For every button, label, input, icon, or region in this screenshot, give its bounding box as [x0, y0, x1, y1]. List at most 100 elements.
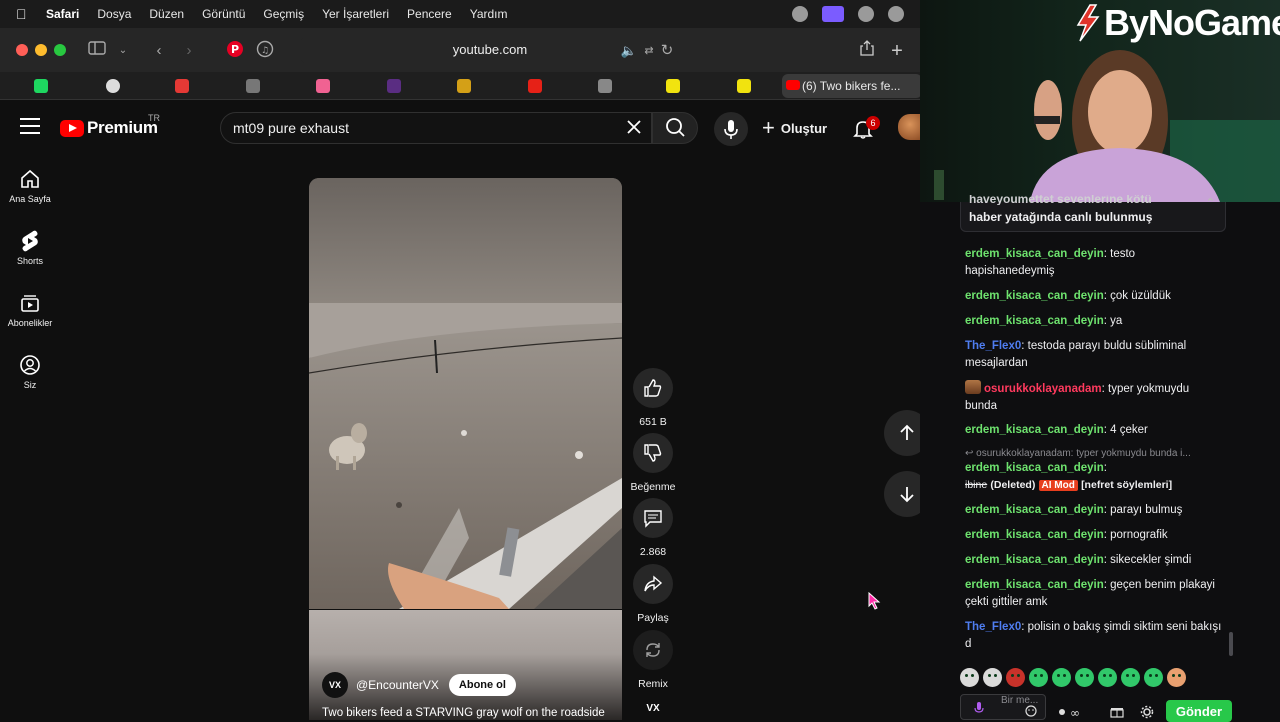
account-avatar[interactable]: [898, 114, 922, 140]
settings-gear-icon[interactable]: [1140, 705, 1154, 719]
share-icon[interactable]: [856, 40, 878, 62]
pinned-message-text: haber yatağında canlı bulunmuş: [969, 210, 1153, 224]
record-icon[interactable]: [888, 6, 904, 22]
screen-share-icon[interactable]: [822, 6, 844, 22]
close-window-button[interactable]: [16, 44, 28, 56]
chat-scrollbar[interactable]: [1229, 632, 1233, 656]
favorite-s2-icon[interactable]: [737, 79, 751, 93]
chat-username[interactable]: erdem_kisaca_can_deyin: [965, 504, 1104, 516]
create-button[interactable]: + Oluştur: [762, 114, 827, 142]
nav-subscriptions[interactable]: Abonelikler: [0, 292, 60, 328]
emote-icon[interactable]: [1098, 668, 1117, 687]
emote-icon[interactable]: [983, 668, 1002, 687]
chat-username[interactable]: erdem_kisaca_can_deyin: [965, 248, 1104, 260]
favorite-safari-icon[interactable]: [106, 79, 120, 93]
chevron-down-icon[interactable]: ⌄: [112, 40, 134, 62]
like-button[interactable]: [633, 368, 673, 408]
emote-icon[interactable]: [960, 668, 979, 687]
emote-icon[interactable]: [1167, 668, 1186, 687]
microphone-icon[interactable]: [973, 701, 985, 715]
subscribe-button[interactable]: Abone ol: [448, 674, 516, 696]
hamburger-menu-icon[interactable]: [20, 118, 40, 134]
search-input[interactable]: [233, 113, 613, 143]
menu-pencere[interactable]: Pencere: [407, 7, 452, 21]
status-menu-icon[interactable]: [792, 6, 808, 22]
community-icon[interactable]: ∞: [1058, 706, 1094, 718]
channel-name[interactable]: @EncounterVX: [356, 678, 439, 692]
menu-dosya[interactable]: Dosya: [97, 7, 131, 21]
next-short-preview[interactable]: [309, 610, 622, 720]
reload-icon[interactable]: ↻: [656, 40, 678, 62]
video-title[interactable]: Two bikers feed a STARVING gray wolf on …: [322, 707, 605, 719]
menu-safari[interactable]: Safari: [46, 7, 79, 21]
apple-menu-icon[interactable]: : [16, 7, 30, 21]
chat-username[interactable]: erdem_kisaca_can_deyin: [965, 315, 1104, 327]
send-chat-button[interactable]: Gönder: [1166, 700, 1232, 722]
chat-username[interactable]: The_Flex0: [965, 621, 1021, 633]
nav-subscriptions-label: Abonelikler: [7, 318, 53, 328]
chat-username[interactable]: erdem_kisaca_can_deyin: [965, 579, 1104, 591]
minimize-window-button[interactable]: [35, 44, 47, 56]
chat-username[interactable]: The_Flex0: [965, 340, 1021, 352]
nav-home[interactable]: Ana Sayfa: [0, 168, 60, 204]
menu-gecmis[interactable]: Geçmiş: [263, 7, 304, 21]
zoom-window-button[interactable]: [54, 44, 66, 56]
emote-icon[interactable]: [1006, 668, 1025, 687]
pinned-message[interactable]: haveyoumettet sevenlerine kötü haber yat…: [960, 195, 1226, 232]
chat-username[interactable]: erdem_kisaca_can_deyin: [965, 290, 1104, 302]
chat-username[interactable]: osurukkoklayanadam: [984, 383, 1102, 395]
music-extension-icon[interactable]: ♫: [254, 40, 276, 62]
chat-username[interactable]: erdem_kisaca_can_deyin: [965, 462, 1104, 474]
chat-username[interactable]: erdem_kisaca_can_deyin: [965, 529, 1104, 541]
emote-icon[interactable]: [1144, 668, 1163, 687]
chat-text: ya: [1110, 315, 1123, 327]
nav-you[interactable]: Siz: [0, 354, 60, 390]
chat-message: erdem_kisaca_can_deyin: geçen benim plak…: [965, 579, 1215, 608]
share-button[interactable]: [633, 564, 673, 604]
like-count: 651 B: [639, 416, 667, 428]
chat-username[interactable]: erdem_kisaca_can_deyin: [965, 554, 1104, 566]
emote-icon[interactable]: [1121, 668, 1140, 687]
voice-search-button[interactable]: [714, 112, 748, 146]
reply-context[interactable]: ↩ osurukkoklayanadam: typer yokmuydu bun…: [965, 448, 1191, 459]
search-button[interactable]: [652, 112, 698, 144]
tab-active[interactable]: (6) Two bikers fe...: [782, 74, 922, 98]
dislike-button[interactable]: [633, 433, 673, 473]
favorite-y-icon[interactable]: [457, 79, 471, 93]
favorite-g-icon[interactable]: [598, 79, 612, 93]
control-center-icon[interactable]: [858, 6, 874, 22]
youtube-premium-logo[interactable]: Premium TR: [60, 113, 160, 138]
favorite-z-icon[interactable]: [175, 79, 189, 93]
channel-avatar[interactable]: VX: [322, 672, 348, 698]
menu-yer-isaretleri[interactable]: Yer İşaretleri: [322, 7, 389, 21]
favorite-bank-icon[interactable]: [316, 79, 330, 93]
chat-username[interactable]: erdem_kisaca_can_deyin: [965, 424, 1104, 436]
remix-button[interactable]: [633, 630, 673, 670]
speaker-icon[interactable]: 🔈: [618, 40, 640, 62]
channel-badge-icon[interactable]: VX: [639, 703, 667, 717]
favorite-a-icon[interactable]: [246, 79, 260, 93]
emote-icon[interactable]: [1029, 668, 1048, 687]
favorite-kick-icon[interactable]: [34, 79, 48, 93]
emote-icon[interactable]: [1052, 668, 1071, 687]
shorts-video-player[interactable]: [309, 178, 622, 609]
nav-shorts[interactable]: Shorts: [0, 230, 60, 266]
menu-goruntu[interactable]: Görüntü: [202, 7, 245, 21]
forward-button[interactable]: ›: [178, 40, 200, 62]
back-button[interactable]: ‹: [148, 40, 170, 62]
favorite-w-icon[interactable]: [387, 79, 401, 93]
new-tab-icon[interactable]: +: [886, 40, 908, 62]
menu-yardim[interactable]: Yardım: [470, 7, 508, 21]
pinterest-extension-icon[interactable]: P: [224, 40, 246, 62]
chat-input-box[interactable]: Bir me...: [960, 694, 1046, 720]
chevron-up-icon[interactable]: ⌃: [1206, 196, 1215, 209]
comments-button[interactable]: [633, 498, 673, 538]
clear-search-icon[interactable]: [624, 118, 644, 138]
favorite-s-icon[interactable]: [666, 79, 680, 93]
sidebar-toggle-icon[interactable]: [86, 40, 108, 62]
menu-duzen[interactable]: Düzen: [149, 7, 184, 21]
emoji-icon[interactable]: [1025, 705, 1037, 717]
gift-icon[interactable]: [1110, 706, 1124, 718]
favorite-youtube-icon[interactable]: [528, 79, 542, 93]
emote-icon[interactable]: [1075, 668, 1094, 687]
